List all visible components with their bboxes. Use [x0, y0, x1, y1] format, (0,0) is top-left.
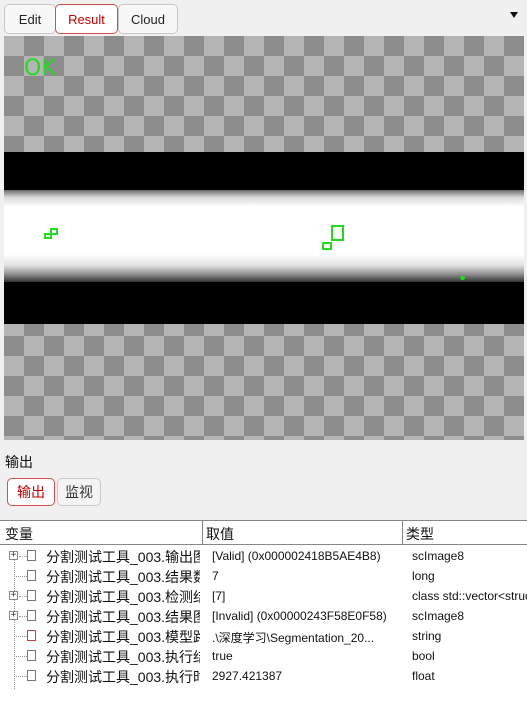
variable-icon [27, 570, 36, 581]
variable-type: class std::vector<struct> [412, 589, 527, 603]
tab-cloud[interactable]: Cloud [118, 4, 178, 34]
table-row[interactable]: 分割测试工具_003.模型路径 .\深度学习\Segmentation_20..… [0, 626, 527, 646]
variables-table: 变量 取值 类型 + 分割测试工具_003.输出图像 [Valid] (0x00… [0, 520, 527, 702]
table-row[interactable]: 分割测试工具_003.执行时间 2927.421387 float [0, 666, 527, 686]
variable-type: scImage8 [412, 609, 465, 623]
variable-type: long [412, 569, 435, 583]
variable-icon [27, 550, 36, 561]
variable-value: 2927.421387 [212, 669, 283, 683]
defect-box [44, 233, 52, 239]
expand-icon[interactable]: + [9, 591, 18, 600]
variable-icon [27, 610, 36, 621]
variable-value: 7 [212, 569, 219, 583]
tree-branch [14, 676, 27, 677]
expand-icon[interactable]: + [9, 611, 18, 620]
variable-name: 分割测试工具_003.执行时间 [46, 669, 200, 685]
expand-icon[interactable]: + [9, 551, 18, 560]
table-row[interactable]: + 分割测试工具_003.检测结果 [7] class std::vector<… [0, 586, 527, 606]
tree-branch [14, 636, 27, 637]
subtab-monitor[interactable]: 监视 [57, 478, 101, 506]
subtab-output[interactable]: 输出 [7, 478, 55, 506]
variable-name: 分割测试工具_003.执行结果 [46, 649, 200, 665]
variable-name: 分割测试工具_003.结果数量 [46, 569, 200, 585]
variable-icon [27, 590, 36, 601]
tree-branch [19, 556, 27, 557]
column-header-type[interactable]: 类型 [406, 524, 434, 544]
dropdown-arrow-icon[interactable] [510, 12, 518, 18]
defect-box [331, 225, 344, 241]
result-image-viewer[interactable]: OK [4, 36, 524, 440]
variable-icon [27, 650, 36, 661]
defect-dot [460, 276, 465, 280]
variable-value: true [212, 649, 233, 663]
tab-bar: Edit Result Cloud [0, 0, 527, 36]
variable-type: bool [412, 649, 435, 663]
column-divider[interactable] [202, 521, 203, 545]
variable-type: string [412, 629, 442, 643]
column-divider[interactable] [402, 521, 403, 545]
inspected-image [4, 152, 524, 324]
variable-name: 分割测试工具_003.检测结果 [46, 589, 200, 605]
tab-edit[interactable]: Edit [4, 4, 56, 34]
tree-branch [19, 616, 27, 617]
variable-value: [Invalid] (0x00000243F58E0F58) [212, 609, 387, 623]
variable-icon [27, 670, 36, 681]
tree-branch [19, 596, 27, 597]
table-row[interactable]: 分割测试工具_003.结果数量 7 long [0, 566, 527, 586]
variable-value: .\深度学习\Segmentation_20... [212, 631, 375, 645]
output-title: 输出 [5, 454, 33, 470]
tab-result[interactable]: Result [55, 4, 118, 34]
variable-name: 分割测试工具_003.输出图像 [46, 549, 200, 565]
variable-type: float [412, 669, 435, 683]
variable-value: [7] [212, 589, 226, 603]
column-header-value[interactable]: 取值 [206, 524, 234, 544]
defect-box [322, 242, 332, 250]
tree-branch [14, 576, 27, 577]
table-row[interactable]: + 分割测试工具_003.输出图像 [Valid] (0x000002418B5… [0, 546, 527, 566]
tree-branch [14, 656, 27, 657]
ok-status-text: OK [24, 56, 56, 81]
variable-icon [27, 630, 36, 641]
column-header-variable[interactable]: 变量 [5, 524, 33, 544]
variable-value: [Valid] (0x000002418B5AE4B8) [212, 549, 381, 563]
variable-name: 分割测试工具_003.结果图像 [46, 609, 200, 625]
variable-name: 分割测试工具_003.模型路径 [46, 629, 200, 645]
table-row[interactable]: 分割测试工具_003.执行结果 true bool [0, 646, 527, 666]
table-row[interactable]: + 分割测试工具_003.结果图像 [Invalid] (0x00000243F… [0, 606, 527, 626]
bright-band [4, 190, 524, 282]
variable-type: scImage8 [412, 549, 465, 563]
table-header: 变量 取值 类型 [0, 521, 527, 545]
